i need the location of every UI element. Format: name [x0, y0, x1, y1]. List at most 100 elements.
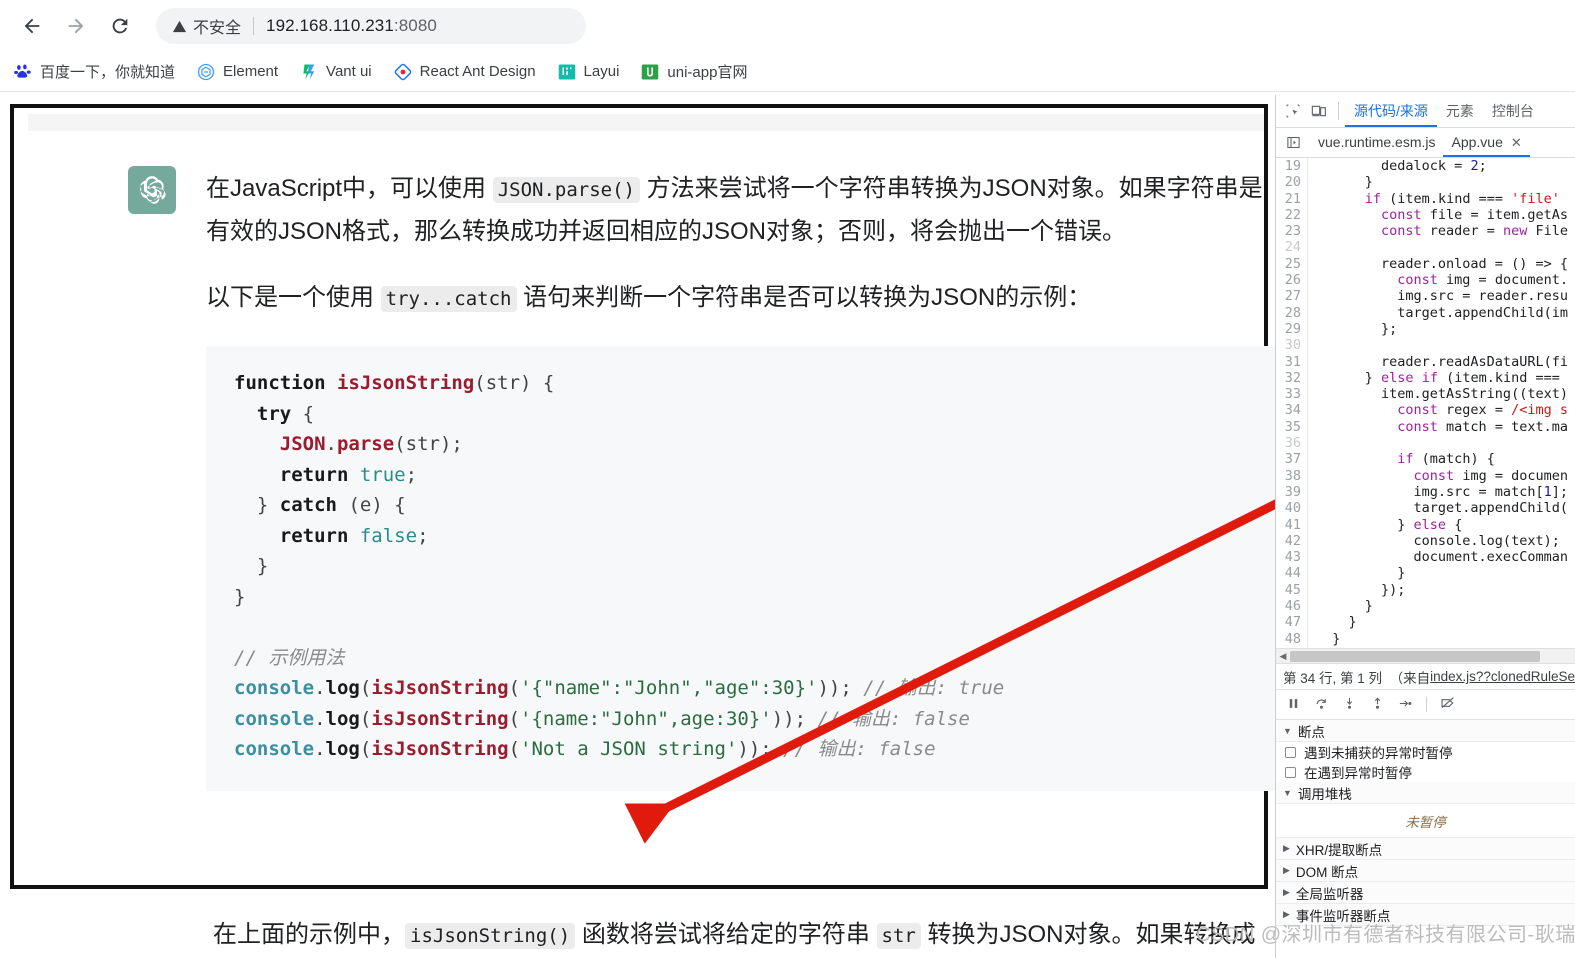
source-line[interactable]: 26 const img = document.	[1276, 272, 1575, 289]
source-line[interactable]: 20 }	[1276, 174, 1575, 191]
step-icon[interactable]	[1398, 696, 1413, 714]
line-number[interactable]: 21	[1276, 190, 1308, 207]
line-number[interactable]: 45	[1276, 581, 1308, 599]
line-number[interactable]: 19	[1276, 158, 1308, 175]
source-code-view[interactable]: 19 dedalock = 2; 20 } 21 if (item.kind ===…	[1276, 158, 1575, 648]
line-number[interactable]: 31	[1276, 353, 1308, 370]
pause-resume-icon[interactable]	[1286, 696, 1301, 714]
back-button[interactable]	[12, 6, 52, 46]
line-number[interactable]: 27	[1276, 288, 1308, 305]
pane-checkbox-row[interactable]: 遇到未捕获的异常时暂停	[1276, 742, 1575, 762]
step-into-icon[interactable]	[1342, 696, 1357, 714]
line-number[interactable]: 35	[1276, 418, 1308, 436]
bookmark-react-ant-design[interactable]: React Ant Design	[394, 63, 536, 81]
checkbox[interactable]	[1285, 766, 1296, 778]
bookmark-vant[interactable]: Vant ui	[300, 63, 372, 81]
line-number[interactable]: 32	[1276, 369, 1308, 387]
source-line[interactable]: 25 reader.onload = () => {	[1276, 255, 1575, 273]
checkbox[interactable]	[1285, 746, 1296, 758]
source-line[interactable]: 34 const regex = /<img s	[1276, 402, 1575, 419]
pane-section-header[interactable]: ▼ 调用堆栈	[1276, 782, 1575, 804]
source-line[interactable]: 43 document.execComman	[1276, 549, 1575, 566]
line-number[interactable]: 42	[1276, 532, 1308, 550]
source-line[interactable]: 41 } else {	[1276, 516, 1575, 533]
source-line[interactable]: 47 }	[1276, 614, 1575, 631]
source-line[interactable]: 21 if (item.kind === 'file'	[1276, 190, 1575, 207]
inspect-element-button[interactable]	[1280, 98, 1306, 124]
file-tab-app-vue[interactable]: App.vue ✕	[1443, 128, 1529, 157]
security-status[interactable]: 不安全	[172, 14, 241, 38]
tab-elements[interactable]: 元素	[1437, 95, 1483, 127]
source-line[interactable]: 27 img.src = reader.resu	[1276, 288, 1575, 305]
line-number[interactable]: 20	[1276, 174, 1308, 191]
line-number[interactable]: 29	[1276, 320, 1308, 338]
source-line[interactable]: 45 });	[1276, 581, 1575, 599]
line-number[interactable]: 39	[1276, 483, 1308, 501]
line-number[interactable]: 40	[1276, 500, 1308, 517]
source-horizontal-scrollbar[interactable]: ◀	[1276, 648, 1575, 663]
line-number[interactable]: 44	[1276, 565, 1308, 582]
line-number[interactable]: 46	[1276, 598, 1308, 615]
bookmark-layui[interactable]: Layui	[558, 63, 619, 81]
line-number[interactable]: 41	[1276, 516, 1308, 533]
source-line[interactable]: 19 dedalock = 2;	[1276, 158, 1575, 175]
source-line[interactable]: 23 const reader = new File	[1276, 223, 1575, 240]
line-number[interactable]: 48	[1276, 630, 1308, 647]
line-number[interactable]: 33	[1276, 386, 1308, 403]
source-line[interactable]: 35 const match = text.ma	[1276, 418, 1575, 436]
source-line[interactable]: 33 item.getAsString((text)	[1276, 386, 1575, 403]
source-line[interactable]: 32 } else if (item.kind ===	[1276, 369, 1575, 387]
source-line[interactable]: 22 const file = item.getAs	[1276, 206, 1575, 224]
line-number[interactable]: 38	[1276, 467, 1308, 484]
source-line[interactable]: 44 }	[1276, 565, 1575, 582]
source-line[interactable]: 37 if (match) {	[1276, 451, 1575, 468]
line-number[interactable]: 36	[1276, 435, 1308, 452]
source-line[interactable]: 31 reader.readAsDataURL(fi	[1276, 353, 1575, 370]
line-number[interactable]: 24	[1276, 239, 1308, 256]
line-number[interactable]: 23	[1276, 223, 1308, 240]
line-number[interactable]: 43	[1276, 549, 1308, 566]
line-number[interactable]: 26	[1276, 272, 1308, 289]
scroll-left-icon[interactable]: ◀	[1276, 651, 1290, 662]
pane-section-header[interactable]: ▼ 断点	[1276, 720, 1575, 742]
line-number[interactable]: 25	[1276, 255, 1308, 273]
source-line[interactable]: 39 img.src = match[1];	[1276, 483, 1575, 501]
deactivate-breakpoints-icon[interactable]	[1440, 695, 1456, 714]
line-number[interactable]: 22	[1276, 206, 1308, 224]
line-number[interactable]: 47	[1276, 614, 1308, 631]
source-line[interactable]: 42 console.log(text);	[1276, 532, 1575, 550]
line-number[interactable]: 30	[1276, 337, 1308, 354]
file-tab-vue-runtime[interactable]: vue.runtime.esm.js	[1310, 128, 1443, 157]
pane-section-header[interactable]: ▶ XHR/提取断点	[1276, 838, 1575, 860]
line-number[interactable]: 37	[1276, 451, 1308, 468]
source-map-link[interactable]: index.js??clonedRuleSe	[1430, 669, 1575, 684]
address-bar[interactable]: 不安全 192.168.110.231:8080	[156, 8, 586, 44]
pane-section-header[interactable]: ▶ DOM 断点	[1276, 860, 1575, 882]
bookmark-baidu[interactable]: 百度一下，你就知道	[14, 61, 175, 82]
close-icon[interactable]: ✕	[1511, 128, 1522, 157]
pane-checkbox-row[interactable]: 在遇到异常时暂停	[1276, 762, 1575, 782]
source-line[interactable]: 30	[1276, 337, 1575, 354]
bookmark-uniapp[interactable]: uni-app官网	[641, 61, 747, 82]
step-over-icon[interactable]	[1314, 696, 1329, 714]
reload-button[interactable]	[100, 6, 140, 46]
bookmark-element[interactable]: Element	[197, 63, 278, 81]
device-toolbar-button[interactable]	[1306, 98, 1332, 124]
line-number[interactable]: 34	[1276, 402, 1308, 419]
tab-console[interactable]: 控制台	[1483, 95, 1543, 127]
pane-section-header[interactable]: ▶ 全局监听器	[1276, 882, 1575, 904]
source-line[interactable]: 38 const img = documen	[1276, 467, 1575, 484]
source-line[interactable]: 40 target.appendChild(	[1276, 500, 1575, 517]
tab-sources[interactable]: 源代码/来源	[1345, 95, 1437, 127]
source-line[interactable]: 24	[1276, 239, 1575, 256]
source-line[interactable]: 36	[1276, 435, 1575, 452]
step-out-icon[interactable]	[1370, 696, 1385, 714]
scrollbar-thumb[interactable]	[1290, 650, 1540, 662]
forward-button[interactable]	[56, 6, 96, 46]
source-line[interactable]: 48 }	[1276, 630, 1575, 647]
line-number[interactable]: 28	[1276, 304, 1308, 321]
source-line[interactable]: 46 }	[1276, 598, 1575, 615]
source-line[interactable]: 29 };	[1276, 320, 1575, 338]
show-navigator-button[interactable]	[1282, 132, 1304, 154]
source-line[interactable]: 28 target.appendChild(im	[1276, 304, 1575, 321]
